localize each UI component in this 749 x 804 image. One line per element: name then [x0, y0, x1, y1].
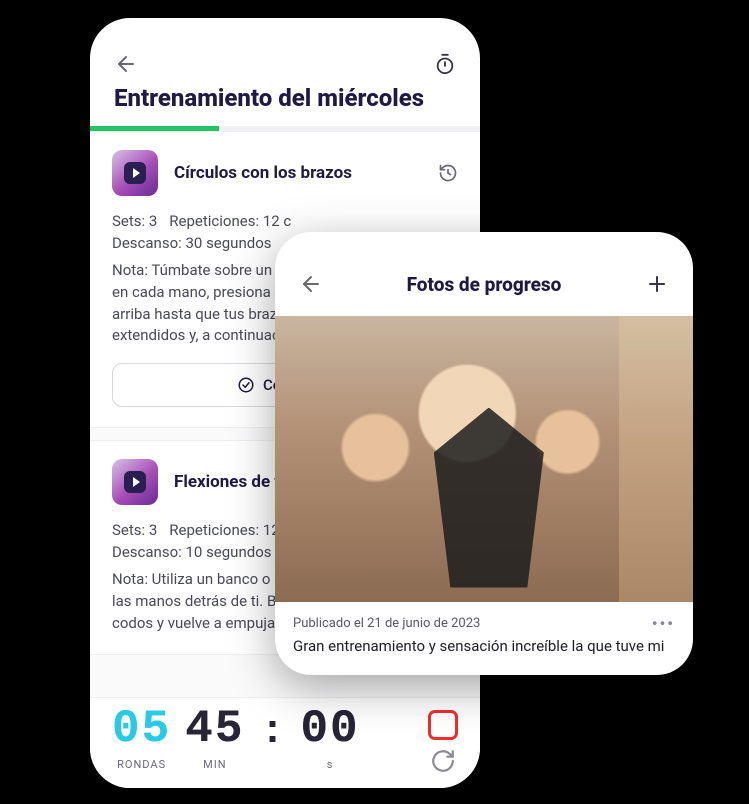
progress-date: Publicado el 21 de junio de 2023 — [293, 616, 480, 631]
timer-sec-label: s — [327, 758, 334, 771]
workout-progress-bar — [90, 126, 480, 131]
progress-photo[interactable] — [275, 316, 693, 602]
progress-title: Fotos de progreso — [407, 273, 562, 296]
timer-controls — [428, 706, 458, 774]
workout-title: Entrenamiento del miércoles — [90, 84, 480, 126]
back-arrow-icon[interactable] — [299, 272, 323, 296]
progress-meta-row: Publicado el 21 de junio de 2023 ••• — [275, 602, 693, 633]
exercise-sets: Sets: 3 — [112, 521, 157, 539]
play-icon — [124, 471, 146, 493]
back-arrow-icon[interactable] — [114, 52, 138, 76]
add-icon[interactable] — [645, 272, 669, 296]
history-icon[interactable] — [438, 163, 458, 183]
progress-caption: Gran entrenamiento y sensación increíble… — [275, 633, 693, 667]
stopwatch-icon[interactable] — [434, 53, 456, 75]
progress-screen: Fotos de progreso Publicado el 21 de jun… — [275, 232, 693, 675]
timer-rounds: 05 RONDAS — [112, 706, 171, 771]
timer-sec-value: 00 — [300, 706, 359, 752]
timer-min-value: 45 — [185, 706, 244, 752]
exercise-thumbnail[interactable] — [112, 150, 158, 196]
timer-rounds-value: 05 — [112, 706, 171, 752]
progress-header: Fotos de progreso — [275, 232, 693, 316]
exercise-reps: Repeticiones: 12 c — [169, 212, 291, 230]
exercise-meta: Sets: 3 Repeticiones: 12 c — [112, 212, 458, 230]
more-options-icon[interactable]: ••• — [652, 614, 675, 633]
timer-sec: 00 s — [300, 706, 359, 771]
timer-min: 45 MIN — [185, 706, 244, 771]
exercise-header-row: Círculos con los brazos — [112, 150, 458, 196]
timer-separator: : — [258, 706, 286, 755]
stop-button[interactable] — [428, 710, 458, 740]
workout-header — [90, 18, 480, 84]
exercise-sets: Sets: 3 — [112, 212, 157, 230]
exercise-reps: Repeticiones: 12 — [169, 521, 279, 539]
play-icon — [124, 162, 146, 184]
timer-rounds-label: RONDAS — [117, 758, 166, 771]
check-circle-icon — [237, 376, 255, 394]
exercise-thumbnail[interactable] — [112, 459, 158, 505]
reset-icon[interactable] — [430, 748, 456, 774]
exercise-name: Círculos con los brazos — [174, 163, 422, 183]
workout-progress-fill — [90, 126, 219, 131]
timer-min-label: MIN — [203, 758, 226, 771]
timer-bar: 05 RONDAS 45 MIN : 00 s — [90, 697, 480, 788]
